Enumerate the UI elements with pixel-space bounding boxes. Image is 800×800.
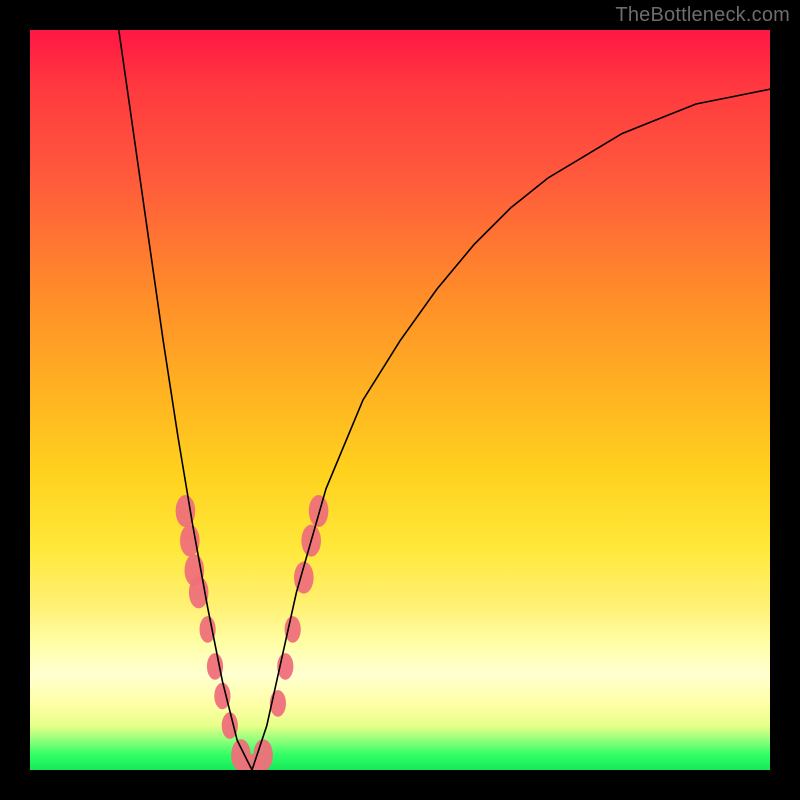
marker-group: [176, 495, 329, 770]
chart-svg: [30, 30, 770, 770]
curve-marker: [309, 495, 329, 527]
curve-marker: [285, 616, 301, 643]
curve-marker: [253, 739, 273, 770]
watermark-text: TheBottleneck.com: [615, 4, 790, 27]
chart-frame: TheBottleneck.com: [0, 0, 800, 800]
plot-area: [30, 30, 770, 770]
curve-marker: [180, 525, 200, 557]
